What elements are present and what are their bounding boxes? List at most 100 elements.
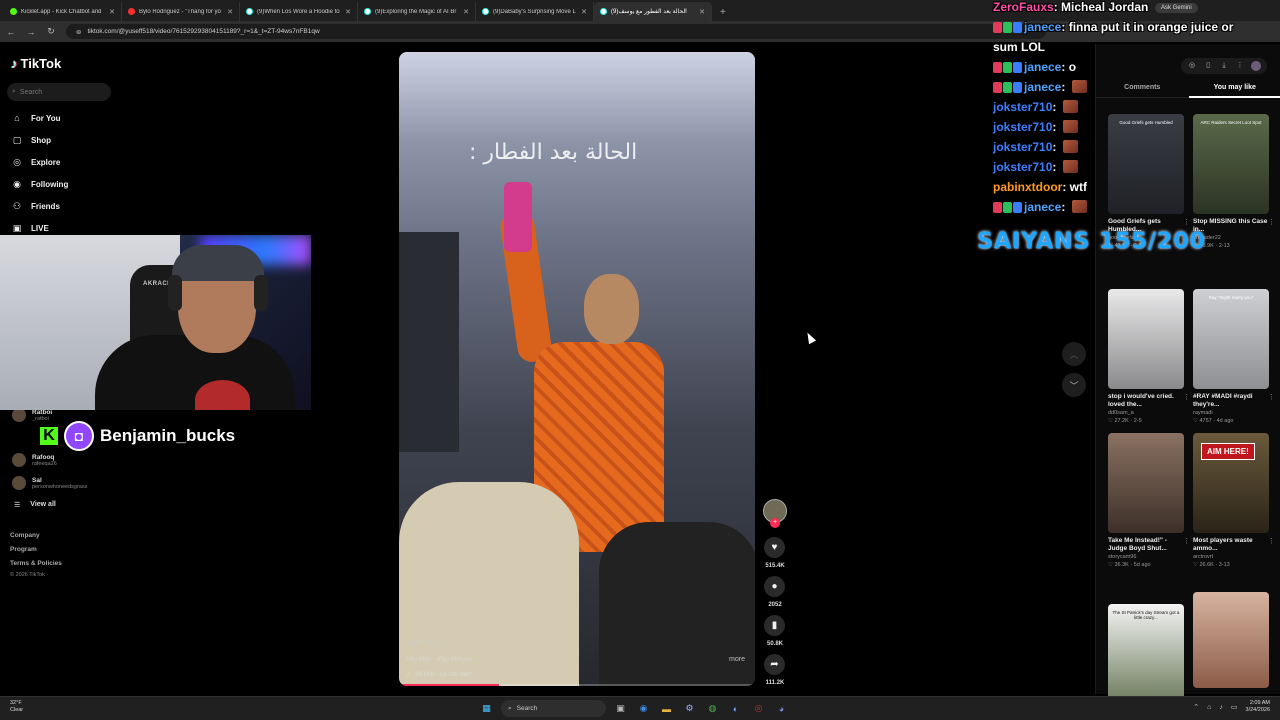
recommended-video-card[interactable]: stop i would've cried. loved the... dd0sa… <box>1108 289 1190 424</box>
video-player[interactable]: الحالة بعد الفطار : yuseff518 · 3-9 #4u … <box>399 52 755 686</box>
browser-tab[interactable]: Kicklet.app - Kick Chatbot and ✕ <box>4 2 122 21</box>
search-input[interactable]: ⌕ Search <box>7 83 111 101</box>
card-handle[interactable]: raymadi <box>1193 410 1269 416</box>
tiktok-logo[interactable]: ♪ TikTok <box>11 56 61 71</box>
card-more-icon[interactable]: ⋮ <box>1268 218 1275 226</box>
more-icon[interactable]: ⋮ <box>1235 61 1245 71</box>
video-thumbnail[interactable] <box>1193 592 1269 688</box>
profile-avatar[interactable] <box>1251 61 1261 71</box>
recommended-video-card[interactable] <box>1193 592 1269 688</box>
url-field[interactable]: ⊜ tiktok.com/@yuseff518/video/7615292938… <box>66 24 1046 39</box>
footer-program-link[interactable]: Program <box>10 546 37 553</box>
forward-icon[interactable]: → <box>26 27 36 37</box>
video-hashtags[interactable]: #4u #fyp · #fyp #foryou <box>406 656 473 663</box>
chat-colon: : <box>1061 60 1069 74</box>
video-music[interactable]: ♫ 20 Min - Lil Uzi Vert <box>406 671 471 678</box>
video-thumbnail[interactable] <box>1108 289 1184 389</box>
obs-icon[interactable]: ◎ <box>750 700 767 717</box>
chevron-up-tray-icon[interactable]: ⌃ <box>1193 703 1199 711</box>
close-tab-icon[interactable]: ✕ <box>227 8 233 16</box>
windows-start-icon[interactable]: ▦ <box>478 700 495 717</box>
save-button[interactable]: ▮ <box>764 615 785 636</box>
following-account[interactable]: Sal personwhoneedsgrass <box>12 476 87 490</box>
recommended-video-card[interactable]: AIM HERE! Most players waste ammo... arctr… <box>1193 433 1275 568</box>
card-more-icon[interactable]: ⋮ <box>1268 393 1275 401</box>
chat-colon: : <box>1061 80 1069 94</box>
video-author[interactable]: yuseff518 · 3-9 <box>406 640 453 647</box>
footer-company-link[interactable]: Company <box>10 532 40 539</box>
card-handle[interactable]: dd0sam_a <box>1108 410 1184 416</box>
tab-you-may-like[interactable]: You may like <box>1188 84 1280 98</box>
steam-icon[interactable]: ◐ <box>727 700 744 717</box>
file-explorer-icon[interactable]: ▬ <box>658 700 675 717</box>
emote-icon <box>1062 140 1078 153</box>
video-thumbnail[interactable]: AIM HERE! <box>1193 433 1269 533</box>
download-icon[interactable]: ⤓ <box>1219 61 1229 71</box>
compass-small-icon[interactable]: ◎ <box>1187 61 1197 71</box>
edge-icon[interactable]: ◉ <box>635 700 652 717</box>
browser-tab[interactable]: (9)When Los Wore a Hoodie to ✕ <box>240 2 358 21</box>
video-thumbnail[interactable]: Ray "might marry you" <box>1193 289 1269 389</box>
view-all-button[interactable]: ☰ View all <box>14 501 56 509</box>
recommended-video-card[interactable]: Ray "might marry you" #RAY #MADI #raydi t… <box>1193 289 1275 424</box>
taskbar-search[interactable]: ⌕ Search <box>501 700 606 717</box>
battery-icon[interactable]: ▭ <box>1231 703 1238 711</box>
close-tab-icon[interactable]: ✕ <box>699 8 705 16</box>
sidebar-item-shop[interactable]: ▢ Shop <box>11 135 51 146</box>
sidebar-item-for-you[interactable]: ⌂ For You <box>11 113 60 123</box>
video-thumbnail[interactable]: The St Patrick's day Stream got a little… <box>1108 604 1184 704</box>
browser-tab[interactable]: (9)Exploring the Magic of AI Br ✕ <box>358 2 476 21</box>
card-more-icon[interactable]: ⋮ <box>1268 537 1275 545</box>
card-more-icon[interactable]: ⋮ <box>1183 393 1190 401</box>
back-icon[interactable]: ← <box>6 27 16 37</box>
badge-icon <box>993 62 1002 73</box>
card-handle[interactable]: arctrovrt <box>1193 554 1269 560</box>
tab-comments[interactable]: Comments <box>1096 84 1189 98</box>
close-tab-icon[interactable]: ✕ <box>345 8 351 16</box>
video-thumbnail[interactable]: ARC Raiders Secret Loot Spot <box>1193 114 1269 214</box>
following-account[interactable]: Ratboi _ratboi <box>12 408 52 422</box>
card-more-icon[interactable]: ⋮ <box>1183 218 1190 226</box>
close-tab-icon[interactable]: ✕ <box>463 8 469 16</box>
site-info-icon[interactable]: ⊜ <box>76 28 81 36</box>
sidebar-item-following[interactable]: ◉ Following <box>11 179 68 190</box>
comment-button[interactable]: ● <box>764 576 785 597</box>
close-tab-icon[interactable]: ✕ <box>109 8 115 16</box>
chrome-icon[interactable]: ◍ <box>704 700 721 717</box>
browser-tab[interactable]: Bylo Rodriguez - "Thang for yo ✕ <box>122 2 240 21</box>
weather-widget[interactable]: 32°F Clear <box>10 700 23 714</box>
chat-username: jokster710 <box>993 140 1053 154</box>
task-view-icon[interactable]: ▣ <box>612 700 629 717</box>
browser-tab[interactable]: (9)DaBaby's Surprising Move L ✕ <box>476 2 594 21</box>
sidebar-item-live[interactable]: ▣ LIVE <box>11 223 49 234</box>
video-thumbnail[interactable]: Good Griefs gets Humbled <box>1108 114 1184 214</box>
phone-icon[interactable]: ▯ <box>1203 61 1213 71</box>
discord-icon[interactable]: ◕ <box>773 700 790 717</box>
video-thumbnail[interactable] <box>1108 433 1184 533</box>
recommended-video-card[interactable]: The St Patrick's day Stream got a little… <box>1108 604 1184 704</box>
sidebar-item-friends[interactable]: ⚇ Friends <box>11 201 60 212</box>
volume-icon[interactable]: ♪ <box>1219 704 1223 711</box>
previous-video-button[interactable]: ︿ <box>1062 342 1086 366</box>
like-button[interactable]: ♥ <box>764 537 785 558</box>
network-icon[interactable]: ⌂ <box>1207 704 1211 711</box>
card-handle[interactable]: storycam96 <box>1108 554 1184 560</box>
video-progress-bar[interactable] <box>399 684 755 686</box>
reload-icon[interactable]: ↻ <box>46 26 56 37</box>
sidebar-item-explore[interactable]: ◎ Explore <box>11 157 60 168</box>
card-more-icon[interactable]: ⋮ <box>1183 537 1190 545</box>
headset-left <box>168 275 182 311</box>
footer-terms-link[interactable]: Terms & Policies <box>10 560 62 567</box>
ask-gemini-button[interactable]: Ask Gemini <box>1155 3 1198 13</box>
follow-plus-icon[interactable]: + <box>770 518 780 528</box>
browser-tab[interactable]: (9)الحالة بعد الفطور مع يوسف ✕ <box>594 2 712 21</box>
share-button[interactable]: ➦ <box>764 654 785 675</box>
new-tab-button[interactable]: + <box>712 7 734 21</box>
next-video-button[interactable]: ﹀ <box>1062 373 1086 397</box>
settings-icon[interactable]: ⚙ <box>681 700 698 717</box>
close-tab-icon[interactable]: ✕ <box>581 8 587 16</box>
more-button[interactable]: more <box>729 656 745 663</box>
recommended-video-card[interactable]: Take Me Instead!" - Judge Boyd Shut... st… <box>1108 433 1190 568</box>
following-account[interactable]: Rafooq rafeeqa26 <box>12 453 57 467</box>
clock[interactable]: 2:09 AM 3/24/2026 <box>1246 700 1270 714</box>
